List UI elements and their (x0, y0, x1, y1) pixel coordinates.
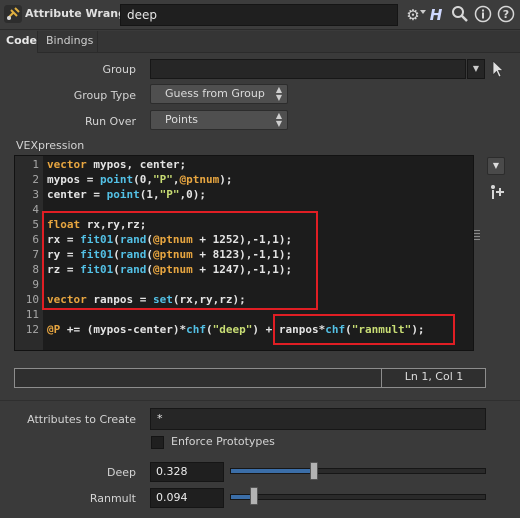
line-number: 10 (25, 293, 39, 306)
group-type-dropdown[interactable]: Guess from Group ▲ ▼ (150, 84, 288, 104)
deep-label: Deep (107, 466, 136, 479)
section-divider (0, 400, 520, 401)
group-input[interactable] (150, 59, 466, 79)
code-line: mypos = point(0,"P",@ptnum); (47, 173, 233, 186)
node-header: Attribute Wrangle deep ⚙ H ? (0, 0, 520, 30)
line-number: 4 (32, 203, 39, 216)
ranmult-slider-handle[interactable] (250, 487, 258, 505)
line-number-gutter: 1 2 3 4 5 6 7 8 9 10 11 12 (15, 156, 43, 350)
line-number: 2 (32, 173, 39, 186)
enforce-prototypes-label: Enforce Prototypes (171, 435, 275, 448)
code-editor[interactable]: 1 2 3 4 5 6 7 8 9 10 11 12 vector mypos,… (14, 155, 480, 351)
wrangle-node-icon (4, 5, 22, 23)
info-icon[interactable] (473, 5, 493, 25)
ranmult-slider-track[interactable] (230, 494, 486, 500)
line-number: 6 (32, 233, 39, 246)
cursor-position: Ln 1, Col 1 (404, 370, 464, 383)
help-h-icon[interactable]: H (426, 5, 446, 25)
editor-resize-grip-icon[interactable] (474, 230, 480, 240)
run-over-value: Points (165, 113, 199, 126)
line-number: 7 (32, 248, 39, 261)
highlight-box-random-block (42, 211, 318, 310)
attributes-to-create-input[interactable]: * (150, 408, 486, 430)
run-over-dropdown[interactable]: Points ▲ ▼ (150, 110, 288, 130)
enforce-prototypes-checkbox[interactable] (151, 436, 164, 449)
deep-slider-track[interactable] (230, 468, 486, 474)
group-type-value: Guess from Group (165, 87, 265, 100)
run-over-label: Run Over (84, 115, 136, 128)
tab-bar: Code Bindings (0, 31, 520, 53)
group-dropdown-button[interactable]: ▼ (467, 59, 485, 79)
line-number: 8 (32, 263, 39, 276)
attributes-to-create-label: Attributes to Create (27, 413, 136, 426)
ranmult-value-field[interactable]: 0.094 (150, 488, 224, 508)
search-icon[interactable] (450, 5, 470, 25)
deep-slider-fill (231, 469, 315, 473)
line-number: 5 (32, 218, 39, 231)
svg-text:?: ? (503, 8, 509, 21)
ranmult-label: Ranmult (89, 492, 136, 505)
line-number: 11 (25, 308, 39, 321)
snippet-menu-button[interactable]: ▼ (487, 157, 505, 175)
updown-arrows-icon: ▲ ▼ (275, 85, 282, 102)
gear-icon[interactable]: ⚙ (403, 5, 423, 25)
create-spare-parms-icon[interactable] (488, 183, 506, 201)
vexpression-label: VEXpression (16, 139, 85, 152)
line-number: 9 (32, 278, 39, 291)
select-cursor-icon[interactable] (491, 60, 505, 78)
line-number: 12 (25, 323, 39, 336)
code-line: vector mypos, center; (47, 158, 187, 171)
deep-slider-handle[interactable] (310, 462, 318, 480)
group-type-label: Group Type (73, 89, 136, 102)
deep-value-field[interactable]: 0.328 (150, 462, 224, 482)
line-number: 1 (32, 158, 39, 171)
help-icon[interactable]: ? (496, 5, 516, 25)
line-number: 3 (32, 188, 39, 201)
tab-bindings[interactable]: Bindings (40, 31, 98, 53)
tab-code[interactable]: Code (0, 31, 38, 53)
updown-arrows-icon: ▲ ▼ (275, 111, 282, 128)
highlight-box-ranpos-term (273, 314, 455, 345)
group-label: Group (102, 63, 137, 76)
code-line: center = point(1,"P",0); (47, 188, 206, 201)
node-name-input[interactable]: deep (120, 4, 398, 26)
